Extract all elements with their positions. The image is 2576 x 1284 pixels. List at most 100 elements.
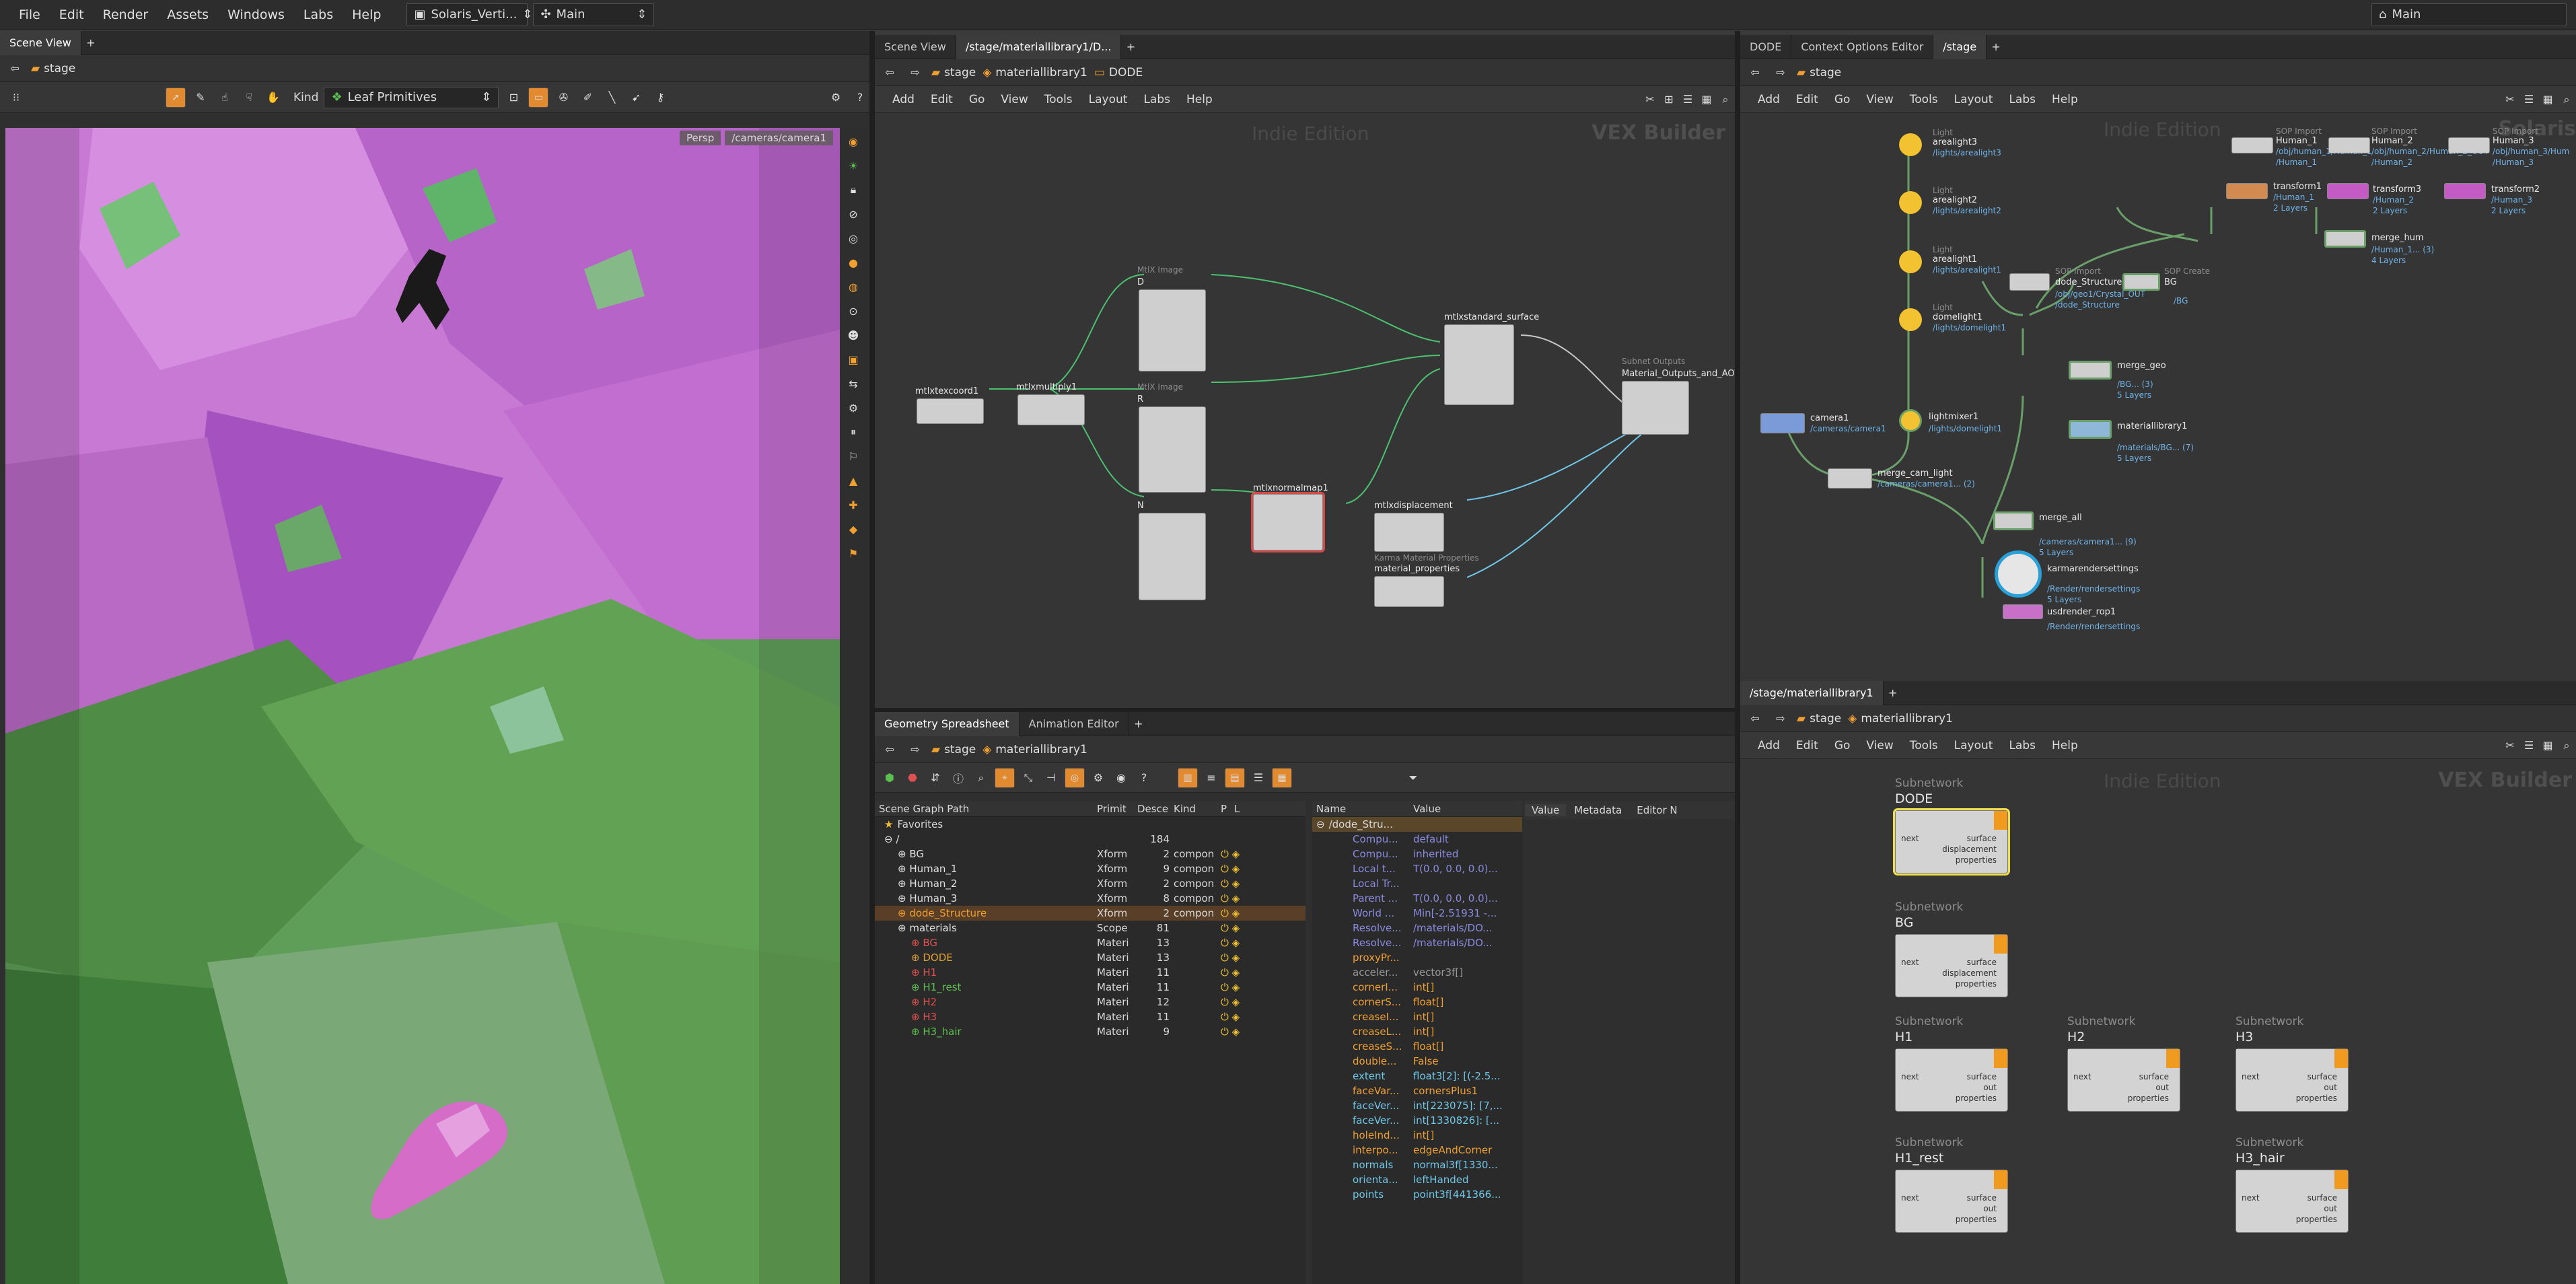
- pin-icon[interactable]: ⌖: [995, 767, 1015, 788]
- col-path[interactable]: Scene Graph Path: [875, 803, 1097, 815]
- tab-metadata[interactable]: Metadata: [1567, 804, 1629, 816]
- list-icon[interactable]: ☰: [1678, 90, 1697, 109]
- node-mtlxdisplacement[interactable]: [1374, 513, 1444, 552]
- tab-context-options[interactable]: Context Options Editor: [1791, 34, 1934, 59]
- node-material-properties[interactable]: [1374, 576, 1444, 607]
- port-properties[interactable]: properties: [2296, 1094, 2337, 1103]
- wrench-icon[interactable]: ✂: [1641, 90, 1659, 109]
- node-human-2[interactable]: [2328, 137, 2370, 153]
- desktop-dropdown[interactable]: ▣ Solaris_Verti... ⇕: [406, 3, 532, 26]
- table-row[interactable]: ⊕ H2 Materi 12 ⏻ ◈: [875, 995, 1305, 1009]
- add-tab-icon[interactable]: +: [1121, 38, 1140, 57]
- scene-graph-icon[interactable]: ⬢: [880, 769, 899, 787]
- add-tab-icon[interactable]: +: [1884, 684, 1902, 703]
- node-human-1[interactable]: [2231, 137, 2273, 153]
- zoom-icon[interactable]: ⌕: [2557, 736, 2576, 755]
- subnet-node-h1_rest[interactable]: next surface out properties: [1895, 1170, 2008, 1233]
- tab-matlib[interactable]: /stage/materiallibrary1: [1740, 680, 1884, 705]
- attr-row[interactable]: Parent ... T(0.0, 0.0, 0.0)...: [1312, 891, 1522, 906]
- camera-icon[interactable]: ◉: [1112, 769, 1131, 787]
- visibility-icon[interactable]: ⏻ ◈: [1221, 952, 1248, 964]
- select-hand-icon[interactable]: ☝: [215, 88, 234, 107]
- camera-icon[interactable]: ◉: [844, 132, 863, 151]
- tree-icon[interactable]: ⊞: [1659, 90, 1678, 109]
- filter-icon[interactable]: ⇵: [926, 769, 945, 787]
- grid-view-icon[interactable]: ▦: [1697, 90, 1716, 109]
- select-group-icon[interactable]: ☟: [240, 88, 258, 107]
- attr-row[interactable]: faceVar... cornersPlus1: [1312, 1083, 1522, 1098]
- pause-icon[interactable]: ⏸: [844, 423, 863, 441]
- bulb-icon[interactable]: [1899, 250, 1922, 273]
- node-transform1[interactable]: [2226, 183, 2268, 199]
- frame-icon[interactable]: ✚: [844, 495, 863, 514]
- port-out[interactable]: out: [1983, 1083, 1997, 1092]
- table-row[interactable]: ⊖ / 184: [875, 832, 1305, 847]
- attr-row[interactable]: extent float3[2]: [(-2.5...: [1312, 1069, 1522, 1083]
- visibility-icon[interactable]: ⏻ ◈: [1221, 892, 1248, 904]
- visibility-icon[interactable]: ⏻ ◈: [1221, 863, 1248, 875]
- port-properties[interactable]: properties: [2296, 1215, 2337, 1224]
- port-out[interactable]: out: [2324, 1083, 2337, 1092]
- favorites-row[interactable]: ★ Favorites: [875, 817, 1305, 832]
- attr-row[interactable]: interpo... edgeAndCorner: [1312, 1143, 1522, 1157]
- menu-labs[interactable]: Labs: [2001, 739, 2044, 752]
- port-surface[interactable]: surface: [1967, 1072, 1997, 1081]
- visibility-icon[interactable]: ⏻ ◈: [1221, 907, 1248, 919]
- wrench-icon[interactable]: ✂: [2501, 736, 2519, 755]
- shade-icon[interactable]: ◍: [844, 277, 863, 296]
- port-surface[interactable]: surface: [1967, 834, 1997, 843]
- menu-view[interactable]: View: [1858, 93, 1901, 106]
- menu-tools[interactable]: Tools: [1036, 93, 1081, 106]
- line-icon[interactable]: ╲: [602, 88, 621, 107]
- breadcrumb-matlib[interactable]: ◈ materiallibrary1: [1848, 712, 1953, 725]
- attr-row[interactable]: Resolve... /materials/DO...: [1312, 921, 1522, 935]
- col-descendants[interactable]: Desce: [1137, 803, 1174, 815]
- brush-icon[interactable]: ✐: [578, 88, 597, 107]
- tab-value[interactable]: Value: [1525, 804, 1567, 816]
- zoom-icon[interactable]: ⌕: [2557, 90, 2576, 109]
- list-icon[interactable]: ☰: [1249, 769, 1268, 787]
- search-icon[interactable]: ⌕: [972, 769, 991, 787]
- port-surface[interactable]: surface: [2307, 1072, 2337, 1081]
- col-l[interactable]: L: [1234, 803, 1248, 815]
- node-mtlxmultiply[interactable]: [1017, 394, 1085, 425]
- menu-view[interactable]: View: [1858, 739, 1901, 752]
- help-icon[interactable]: ?: [851, 88, 869, 107]
- node-transform2[interactable]: [2444, 183, 2486, 199]
- menu-tools[interactable]: Tools: [1902, 93, 1946, 106]
- grid-view-icon[interactable]: ▦: [2538, 90, 2557, 109]
- sort-icon[interactable]: ≡: [1202, 769, 1221, 787]
- pane-divider[interactable]: [869, 31, 875, 1284]
- visibility-icon[interactable]: ⏻ ◈: [1221, 1011, 1248, 1023]
- attr-row[interactable]: orienta... leftHanded: [1312, 1172, 1522, 1187]
- menu-assets[interactable]: Assets: [157, 0, 218, 30]
- forward-icon[interactable]: ⇨: [906, 63, 925, 82]
- breadcrumb-dode[interactable]: ▭ DODE: [1094, 66, 1143, 79]
- 3d-viewport[interactable]: Persp /cameras/camera1: [5, 128, 840, 1284]
- bulb-icon[interactable]: [1899, 133, 1922, 156]
- expand-icon[interactable]: ⤡: [1019, 769, 1038, 787]
- capture-icon[interactable]: ◆: [844, 520, 863, 538]
- attr-row[interactable]: cornerS... float[]: [1312, 995, 1522, 1009]
- attr-row[interactable]: faceVer... int[1330826]: [...: [1312, 1113, 1522, 1128]
- node-mtlxtexcoord[interactable]: [917, 398, 984, 424]
- forward-icon[interactable]: ⇨: [906, 740, 925, 759]
- attr-row[interactable]: creaseI... int[]: [1312, 1009, 1522, 1024]
- subnet-node-bg[interactable]: next surface displacement properties: [1895, 934, 2008, 997]
- snap-icon[interactable]: ⊘: [844, 205, 863, 223]
- menu-help[interactable]: Help: [343, 0, 390, 30]
- node-material-outputs[interactable]: [1622, 381, 1689, 435]
- display-icon[interactable]: ◎: [844, 229, 863, 248]
- subnet-node-h3_hair[interactable]: next surface out properties: [2235, 1170, 2349, 1233]
- list-icon[interactable]: ☰: [2519, 736, 2538, 755]
- add-tab-icon[interactable]: +: [81, 34, 100, 52]
- visibility-icon[interactable]: ⏻ ◈: [1221, 1026, 1248, 1038]
- display-options-icon[interactable]: ◎: [1065, 767, 1085, 788]
- snapshot-icon[interactable]: ⚐: [844, 447, 863, 466]
- visibility-icon[interactable]: ⏻ ◈: [1221, 996, 1248, 1008]
- bulb-icon[interactable]: [1899, 191, 1922, 214]
- tab-animation-editor[interactable]: Animation Editor: [1019, 711, 1129, 736]
- attr-row[interactable]: faceVer... int[223075]: [7,...: [1312, 1098, 1522, 1113]
- visibility-icon[interactable]: ⏻ ◈: [1221, 922, 1248, 934]
- node-karma-render-settings[interactable]: [1995, 550, 2042, 598]
